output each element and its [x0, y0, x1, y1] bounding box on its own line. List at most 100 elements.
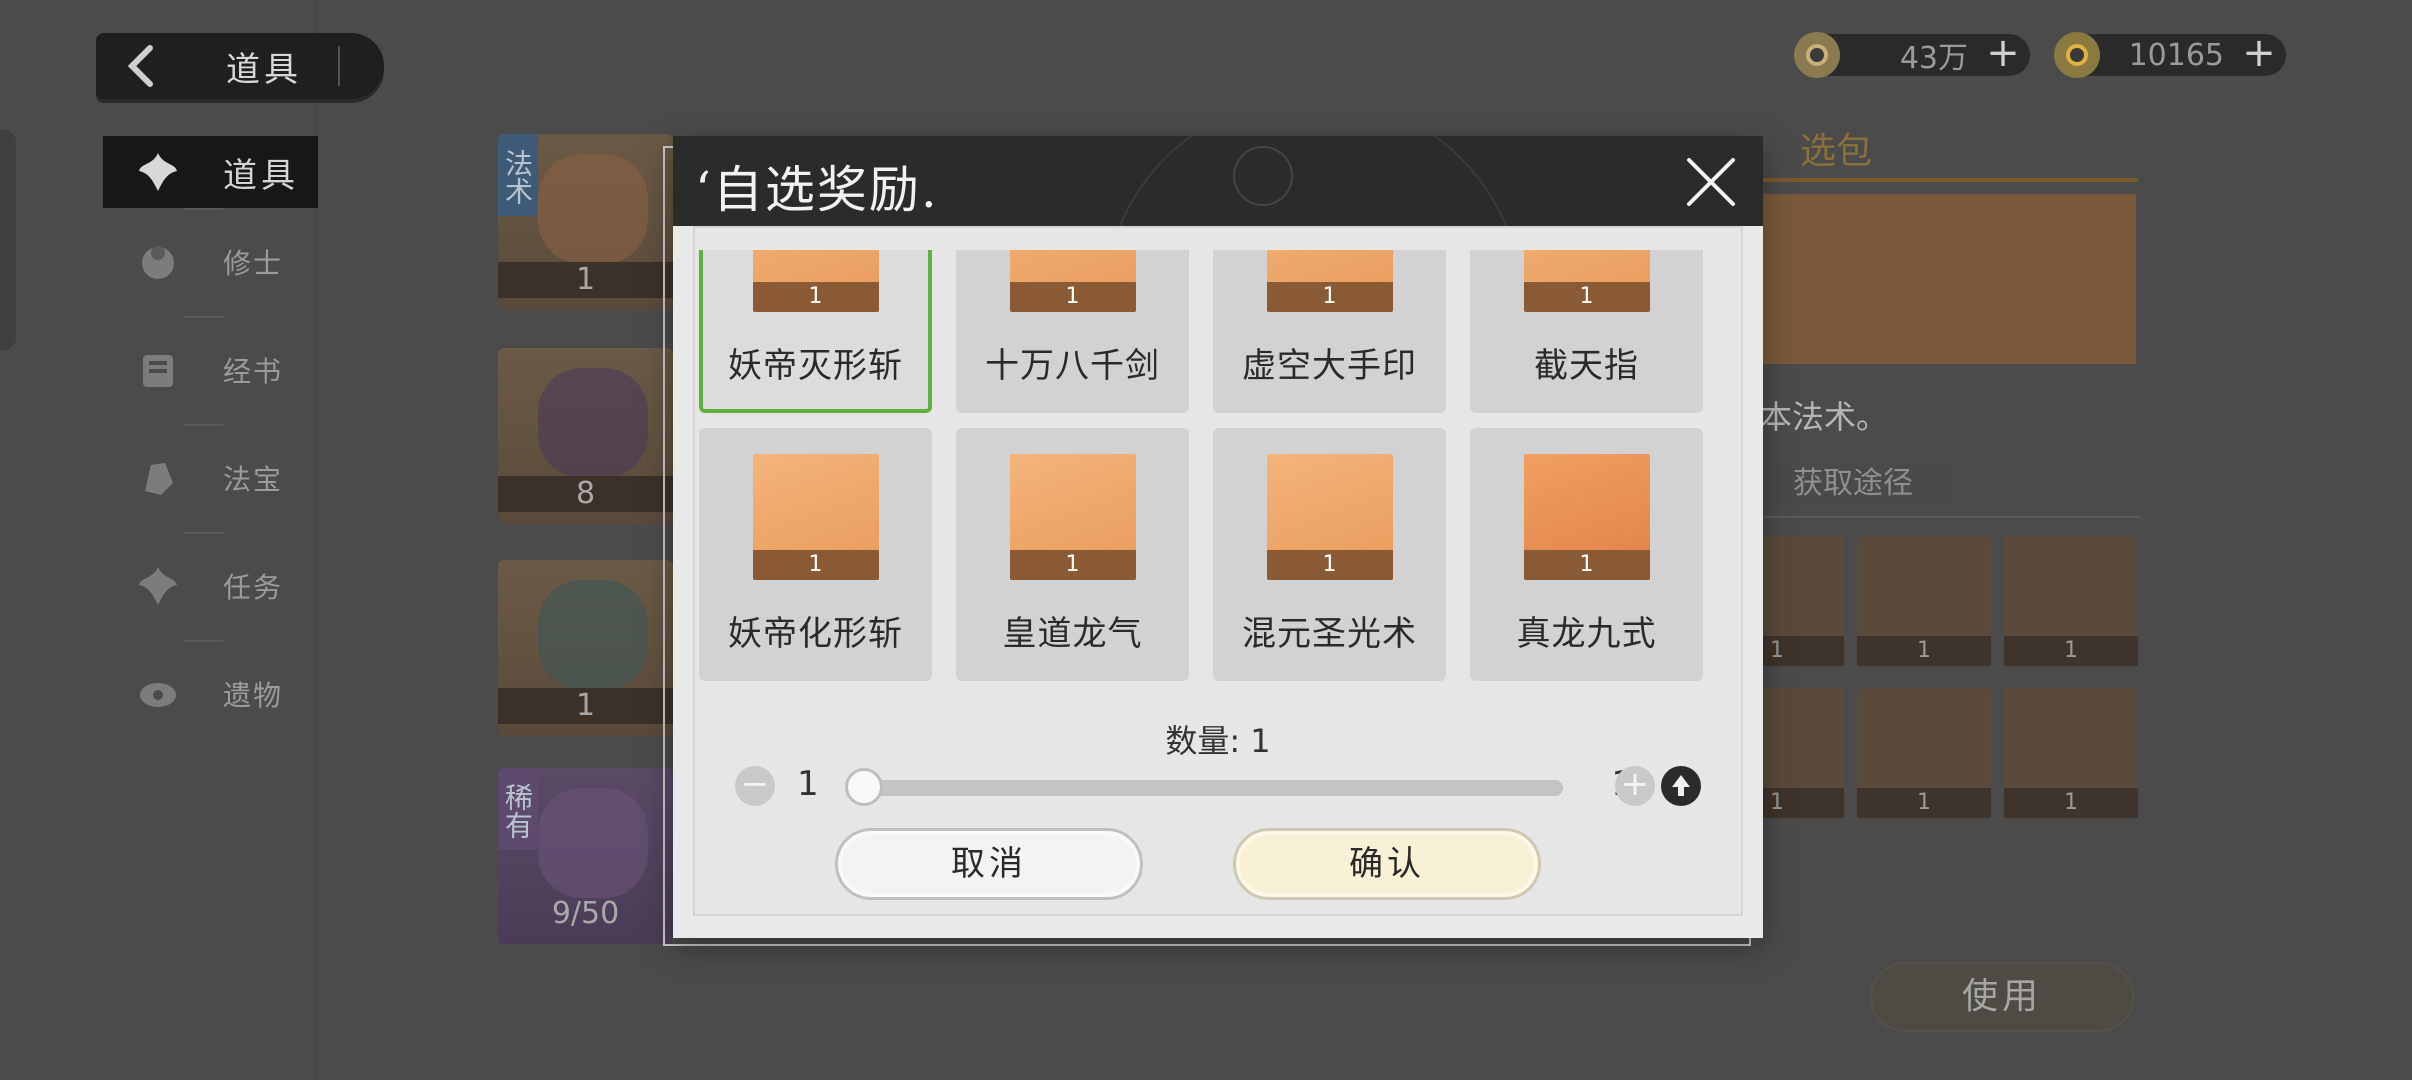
reward-name: 真龙九式: [1516, 614, 1657, 654]
confirm-button[interactable]: 确认: [1233, 828, 1541, 900]
back-button[interactable]: 道具: [96, 33, 384, 99]
reward-thumbnail: 1: [1266, 250, 1393, 312]
token-icon: [2054, 32, 2100, 78]
category-item-tasks[interactable]: 任务: [103, 532, 318, 640]
inventory-card[interactable]: 稀有 9/50: [498, 768, 673, 944]
header-decoration: [1103, 136, 1523, 226]
mini-item-card[interactable]: 1: [1857, 536, 1991, 666]
quantity-min: 1: [797, 764, 819, 804]
task-icon: [131, 559, 185, 613]
reward-thumbnail: 1: [1009, 250, 1136, 312]
reward-card[interactable]: 1 截天指: [1470, 250, 1703, 413]
reward-card[interactable]: 1 虚空大手印: [1213, 250, 1446, 413]
add-gold-button[interactable]: +: [1986, 33, 2020, 73]
reward-count: 1: [752, 550, 879, 580]
max-button[interactable]: [1661, 766, 1701, 806]
reward-thumbnail: 1: [752, 250, 879, 312]
mini-item-card[interactable]: 1: [1857, 688, 1991, 818]
flower-icon: [131, 145, 185, 199]
treasure-icon: [131, 451, 185, 505]
category-list: 道具 修士 经书 法宝 任务 遗物: [103, 136, 318, 748]
category-item-relics[interactable]: 遗物: [103, 640, 318, 748]
modal-title: ‘自选奖励.: [695, 161, 939, 219]
category-label: 法宝: [223, 463, 284, 496]
currency-token: 10165 +: [2054, 32, 2286, 78]
item-count: 1: [498, 262, 673, 298]
header-decoration: [1233, 146, 1293, 206]
reward-card[interactable]: 1 妖帝灭形斩: [699, 250, 932, 413]
reward-card[interactable]: 1 十万八千剑: [956, 250, 1189, 413]
item-count: 1: [498, 688, 673, 724]
item-count: 8: [498, 476, 673, 512]
reward-count: 1: [752, 282, 879, 312]
detail-preview-art: [1752, 194, 2136, 364]
get-path-button[interactable]: 获取途径: [1760, 460, 1946, 508]
close-icon: [1687, 158, 1735, 206]
item-tag: 稀有: [498, 768, 538, 850]
reward-card[interactable]: 1 皇道龙气: [956, 428, 1189, 681]
relic-icon: [131, 667, 185, 721]
reward-thumbnail: 1: [1009, 454, 1136, 580]
coin-icon: [1794, 32, 1840, 78]
detail-divider: [1760, 516, 2140, 518]
reward-name: 妖帝灭形斩: [728, 346, 903, 386]
category-label: 任务: [223, 571, 284, 604]
reward-name: 十万八千剑: [985, 346, 1160, 386]
category-label: 道具: [223, 155, 299, 196]
reward-card[interactable]: 1 妖帝化形斩: [699, 428, 932, 681]
close-button[interactable]: [1683, 154, 1739, 210]
category-item-treasures[interactable]: 法宝: [103, 424, 318, 532]
reward-thumbnail: 1: [752, 454, 879, 580]
reward-count: 1: [1266, 550, 1393, 580]
detail-description: 本法术。: [1760, 398, 1889, 436]
reward-card[interactable]: 1 混元圣光术: [1213, 428, 1446, 681]
back-arrow-icon: [96, 44, 186, 88]
mini-item-count: 1: [1857, 636, 1991, 666]
reward-card[interactable]: 1 真龙九式: [1470, 428, 1703, 681]
reward-thumbnail: 1: [1266, 454, 1393, 580]
cancel-button[interactable]: 取消: [835, 828, 1143, 900]
category-item-cultivator[interactable]: 修士: [103, 208, 318, 316]
slider-handle[interactable]: [845, 768, 883, 806]
mini-item-card[interactable]: 1: [2004, 688, 2138, 818]
reward-count: 1: [1009, 282, 1136, 312]
mini-item-card[interactable]: 1: [2004, 536, 2138, 666]
inventory-card[interactable]: 8: [498, 348, 673, 524]
quantity-slider-row: − 1 1 +: [735, 758, 1701, 812]
modal-body: 1 妖帝灭形斩 1 十万八千剑 1 虚空大手印 1 截天指 1 妖帝化形斩 1: [693, 226, 1743, 916]
increase-button[interactable]: +: [1615, 766, 1655, 806]
title-separator: [338, 46, 340, 86]
reward-count: 1: [1009, 550, 1136, 580]
decrease-button[interactable]: −: [735, 766, 775, 806]
arrow-up-icon: [1672, 775, 1690, 796]
minus-icon: −: [740, 764, 770, 804]
reward-thumbnail: 1: [1523, 454, 1650, 580]
category-label: 经书: [223, 355, 284, 388]
detail-title-text: 选包: [1800, 131, 1873, 172]
item-tag: 法术: [498, 134, 538, 216]
item-count: 9/50: [551, 896, 620, 931]
item-art: [538, 368, 648, 478]
inventory-card[interactable]: 法术 1: [498, 134, 673, 310]
mini-item-count: 1: [2004, 636, 2138, 666]
mini-item-count: 1: [1857, 788, 1991, 818]
add-token-button[interactable]: +: [2242, 33, 2276, 73]
item-art: [538, 788, 648, 898]
reward-grid[interactable]: 1 妖帝灭形斩 1 十万八千剑 1 虚空大手印 1 截天指 1 妖帝化形斩 1: [695, 250, 1741, 720]
category-label: 遗物: [223, 679, 284, 712]
inventory-card[interactable]: 1: [498, 560, 673, 736]
currency-gold: 43万 +: [1794, 32, 2030, 78]
page-title: 道具: [226, 49, 302, 90]
quantity-slider[interactable]: [851, 780, 1563, 796]
scroll-icon: [131, 343, 185, 397]
modal-header: ‘自选奖励.: [673, 136, 1763, 226]
category-item-scriptures[interactable]: 经书: [103, 316, 318, 424]
currency-gold-amount: 43万: [1899, 41, 1968, 76]
reward-name: 截天指: [1534, 346, 1639, 386]
use-button[interactable]: 使用: [1870, 962, 2134, 1032]
cultivator-icon: [131, 235, 185, 289]
left-edge-tab[interactable]: [0, 130, 16, 350]
category-item-props[interactable]: 道具: [103, 136, 318, 208]
reward-name: 皇道龙气: [1002, 614, 1143, 654]
plus-icon: +: [1620, 764, 1650, 804]
